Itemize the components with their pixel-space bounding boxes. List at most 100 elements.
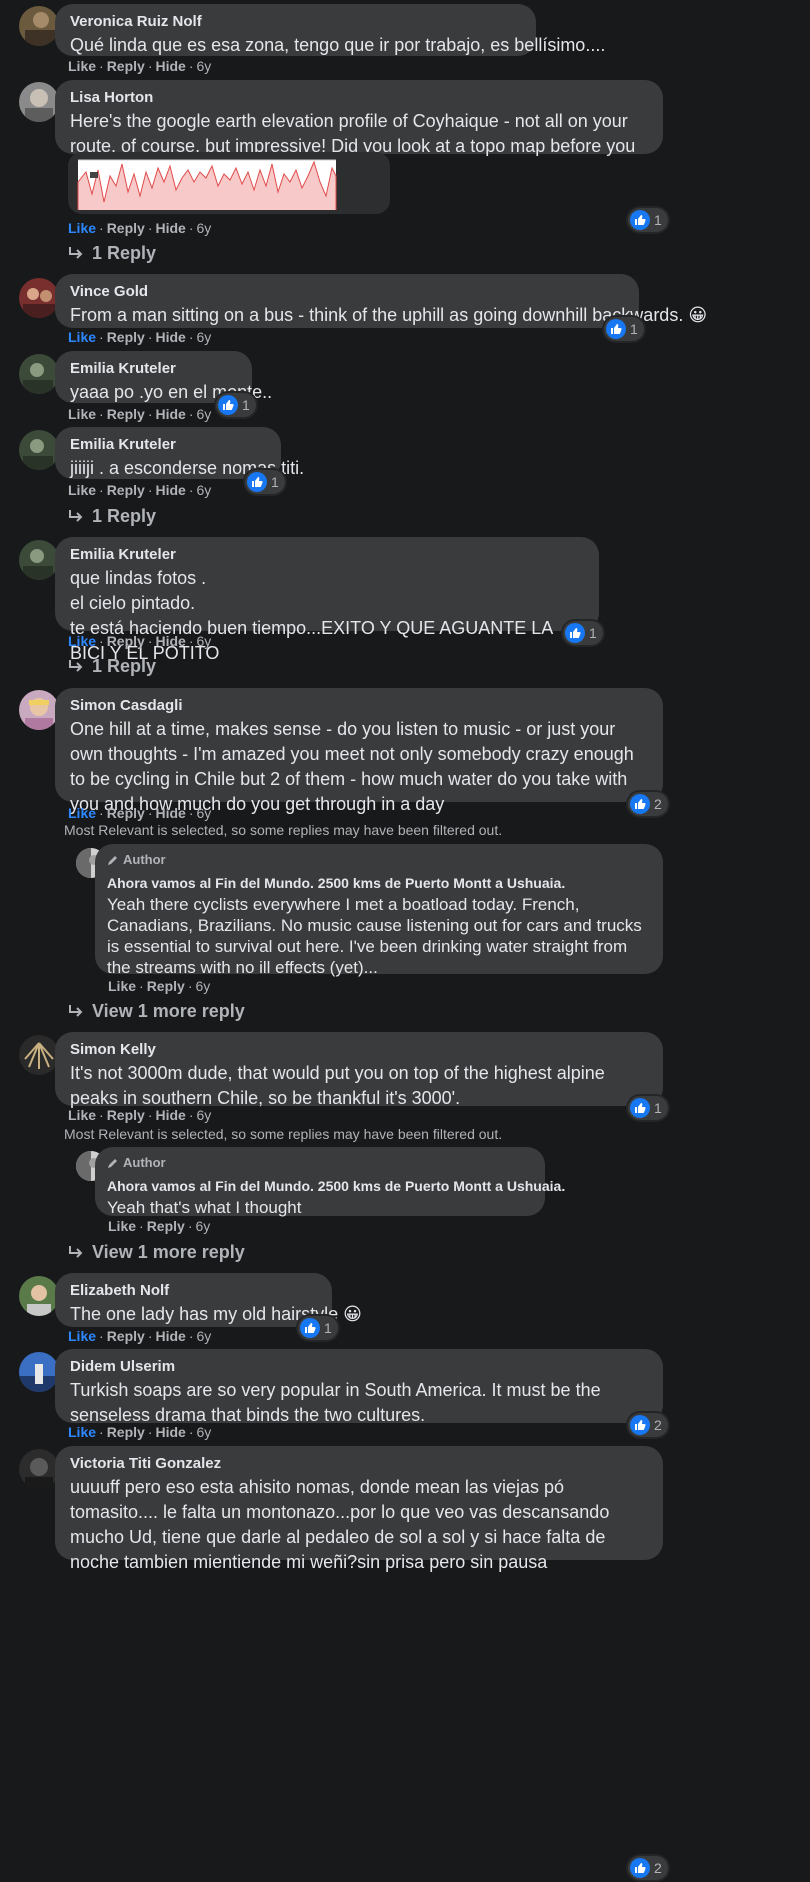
avatar[interactable] (19, 540, 59, 580)
reaction-count[interactable]: 1 (628, 208, 668, 232)
timestamp[interactable]: 6y (197, 58, 212, 74)
timestamp[interactable]: 6y (197, 220, 212, 236)
commenter-name[interactable]: Lisa Horton (70, 89, 648, 107)
reaction-count[interactable]: 1 (563, 621, 603, 645)
reply-button[interactable]: Reply (147, 1218, 185, 1234)
separator: · (188, 220, 194, 236)
like-button[interactable]: Like (68, 1107, 96, 1123)
separator: · (188, 633, 194, 649)
reply-button[interactable]: Reply (107, 805, 145, 821)
avatar[interactable] (19, 82, 59, 122)
like-button[interactable]: Like (108, 1218, 136, 1234)
like-button[interactable]: Like (68, 482, 96, 498)
separator: · (147, 329, 153, 345)
page-name[interactable]: Ahora vamos al Fin del Mundo. 2500 kms d… (107, 874, 651, 892)
reply-button[interactable]: Reply (107, 58, 145, 74)
hide-button[interactable]: Hide (155, 1328, 185, 1344)
reaction-count[interactable]: 1 (298, 1316, 338, 1340)
hide-button[interactable]: Hide (155, 58, 185, 74)
reaction-count[interactable]: 2 (628, 1413, 668, 1437)
separator: · (188, 805, 194, 821)
hide-button[interactable]: Hide (155, 805, 185, 821)
reply-button[interactable]: Reply (107, 633, 145, 649)
avatar[interactable] (19, 690, 59, 730)
hide-button[interactable]: Hide (155, 1107, 185, 1123)
avatar[interactable] (19, 1352, 59, 1392)
reaction-count[interactable]: 1 (245, 470, 285, 494)
like-button[interactable]: Like (68, 805, 96, 821)
hide-button[interactable]: Hide (155, 633, 185, 649)
reaction-count[interactable]: 1 (628, 1096, 668, 1120)
avatar[interactable] (19, 6, 59, 46)
like-button[interactable]: Like (108, 978, 136, 994)
timestamp[interactable]: 6y (197, 805, 212, 821)
avatar[interactable] (19, 1276, 59, 1316)
commenter-name[interactable]: Simon Kelly (70, 1041, 648, 1059)
comment-actions: Like · Reply · Hide · 6y (68, 406, 211, 422)
commenter-name[interactable]: Emilia Kruteler (70, 360, 237, 378)
like-button[interactable]: Like (68, 329, 96, 345)
separator: · (187, 978, 193, 994)
separator: · (188, 406, 194, 422)
avatar[interactable] (19, 1035, 59, 1075)
hide-button[interactable]: Hide (155, 1424, 185, 1440)
commenter-name[interactable]: Emilia Kruteler (70, 546, 584, 564)
like-button[interactable]: Like (68, 1328, 96, 1344)
reply-button[interactable]: Reply (107, 1328, 145, 1344)
reply-button[interactable]: Reply (107, 220, 145, 236)
like-button[interactable]: Like (68, 633, 96, 649)
reply-button[interactable]: Reply (107, 482, 145, 498)
reaction-count[interactable]: 2 (628, 1856, 668, 1880)
author-badge-label: Author (123, 1155, 166, 1170)
avatar[interactable] (19, 354, 59, 394)
timestamp[interactable]: 6y (197, 329, 212, 345)
view-more-replies-link[interactable]: View 1 more reply (68, 1001, 245, 1022)
like-button[interactable]: Like (68, 58, 96, 74)
replies-label: 1 Reply (92, 243, 157, 263)
reaction-count[interactable]: 2 (628, 792, 668, 816)
reply-button[interactable]: Reply (107, 1424, 145, 1440)
reply-arrow-icon (69, 659, 83, 672)
view-replies-link[interactable]: 1 Reply (68, 506, 156, 527)
timestamp[interactable]: 6y (195, 978, 210, 994)
comment-text: que lindas fotos . el cielo pintado. te … (70, 568, 553, 663)
commenter-name[interactable]: Elizabeth Nolf (70, 1282, 317, 1300)
hide-button[interactable]: Hide (155, 482, 185, 498)
like-button[interactable]: Like (68, 1424, 96, 1440)
hide-button[interactable]: Hide (155, 220, 185, 236)
view-replies-link[interactable]: 1 Reply (68, 243, 156, 264)
commenter-name[interactable]: Simon Casdagli (70, 697, 648, 715)
like-reaction-icon (565, 623, 585, 643)
reply-arrow-icon (69, 1004, 83, 1017)
view-more-replies-link[interactable]: View 1 more reply (68, 1242, 245, 1263)
avatar[interactable] (19, 278, 59, 318)
elevation-profile-image[interactable] (68, 152, 390, 214)
timestamp[interactable]: 6y (195, 1218, 210, 1234)
avatar[interactable] (19, 430, 59, 470)
reply-button[interactable]: Reply (107, 406, 145, 422)
hide-button[interactable]: Hide (155, 329, 185, 345)
like-button[interactable]: Like (68, 220, 96, 236)
commenter-name[interactable]: Didem Ulserim (70, 1358, 648, 1376)
reply-button[interactable]: Reply (107, 329, 145, 345)
avatar[interactable] (19, 1449, 59, 1489)
reply-button[interactable]: Reply (107, 1107, 145, 1123)
reaction-count[interactable]: 1 (216, 393, 256, 417)
timestamp[interactable]: 6y (197, 1328, 212, 1344)
timestamp[interactable]: 6y (197, 482, 212, 498)
commenter-name[interactable]: Veronica Ruiz Nolf (70, 13, 521, 31)
page-name[interactable]: Ahora vamos al Fin del Mundo. 2500 kms d… (107, 1177, 565, 1195)
comment-text: Turkish soaps are so very popular in Sou… (70, 1380, 601, 1425)
commenter-name[interactable]: Emilia Kruteler (70, 436, 266, 454)
like-button[interactable]: Like (68, 406, 96, 422)
view-replies-link[interactable]: 1 Reply (68, 656, 156, 677)
reaction-count[interactable]: 1 (604, 317, 644, 341)
commenter-name[interactable]: Vince Gold (70, 283, 624, 301)
timestamp[interactable]: 6y (197, 1424, 212, 1440)
timestamp[interactable]: 6y (197, 1107, 212, 1123)
commenter-name[interactable]: Victoria Titi Gonzalez (70, 1455, 648, 1473)
hide-button[interactable]: Hide (155, 406, 185, 422)
timestamp[interactable]: 6y (197, 633, 212, 649)
reply-button[interactable]: Reply (147, 978, 185, 994)
timestamp[interactable]: 6y (197, 406, 212, 422)
